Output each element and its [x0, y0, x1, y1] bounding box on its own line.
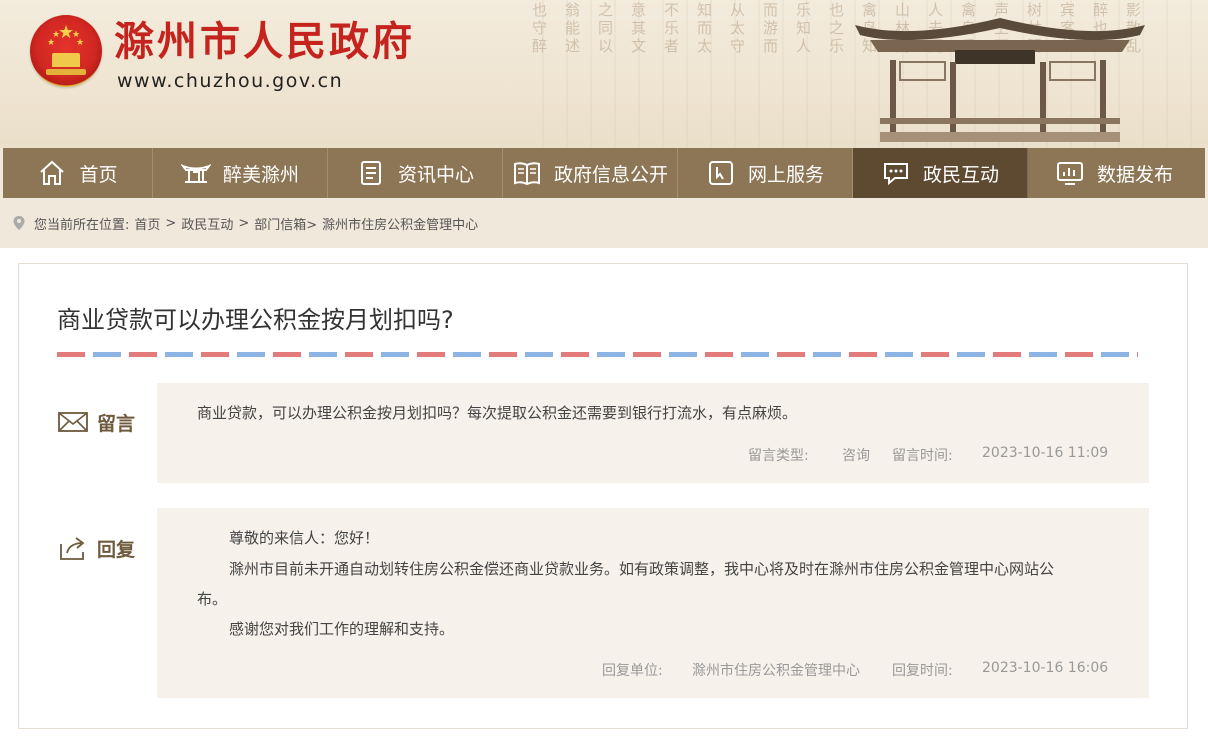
poem-column: 而游而	[761, 2, 779, 56]
book-icon	[512, 158, 542, 188]
poem-column: 知而太	[695, 2, 713, 56]
poem-column: 之同以	[596, 2, 614, 56]
nav-label: 政民互动	[922, 163, 999, 186]
reply-label: 回复	[57, 534, 135, 562]
envelope-icon	[58, 412, 88, 432]
breadcrumb-sep: >	[165, 215, 177, 231]
home-icon	[37, 158, 67, 188]
nav-label: 资讯中心	[397, 163, 474, 186]
question-title: 商业贷款可以办理公积金按月划扣吗?	[57, 306, 454, 334]
news-icon	[356, 158, 386, 188]
nav-item-home[interactable]: 首页	[3, 148, 153, 198]
nav-label: 政府信息公开	[553, 163, 668, 186]
pavilion-icon	[180, 158, 212, 188]
poem-column: 翁能述	[563, 2, 581, 56]
nav-label: 数据发布	[1096, 163, 1173, 186]
message-time-value: 2023-10-16 11:09	[982, 445, 1109, 461]
reply-unit-label: 回复单位:	[602, 663, 663, 679]
poem-column: 也守醉	[530, 2, 548, 56]
reply-time-value: 2023-10-16 16:06	[982, 660, 1109, 676]
main-nav: 首页 醉美滁州 资讯中心 政府信息公开 网上服务 政民互动 数据发布	[3, 148, 1205, 198]
nav-label: 醉美滁州	[222, 163, 299, 186]
site-header: 也守醉翁能述之同以意其文不乐者知而太从太守而游而乐知人也之乐禽鸟知山林而人去而禽…	[0, 0, 1208, 148]
nav-item-data[interactable]: 数据发布	[1028, 148, 1200, 198]
message-time-label: 留言时间:	[892, 448, 953, 464]
reply-body-line1: 滁州市目前未开通自动划转住房公积金偿还商业贷款业务。如有政策调整，我中心将及时在…	[229, 560, 1055, 578]
chart-icon	[1055, 158, 1085, 188]
breadcrumb-current[interactable]: 滁州市住房公积金管理中心	[322, 214, 478, 233]
breadcrumb-prefix: 您当前所在位置:	[34, 217, 130, 233]
message-panel	[157, 383, 1149, 483]
message-type-label: 留言类型:	[748, 448, 809, 464]
nav-item-interaction[interactable]: 政民互动	[853, 148, 1028, 198]
poem-column: 从太守	[728, 2, 746, 56]
breadcrumb-interaction[interactable]: 政民互动	[181, 214, 233, 233]
poem-column: 乐知人	[794, 2, 812, 56]
reply-unit-value: 滁州市住房公积金管理中心	[692, 663, 860, 679]
poem-column: 意其文	[629, 2, 647, 56]
chat-icon	[881, 158, 911, 188]
reply-greeting: 尊敬的来信人：您好！	[229, 529, 380, 547]
message-label: 留言	[57, 408, 135, 436]
breadcrumb: 您当前所在位置: 首页 > 政民互动 > 部门信箱> 滁州市住房公积金管理中心	[0, 198, 1208, 248]
breadcrumb-dept-mailbox[interactable]: 部门信箱>	[254, 214, 317, 233]
site-url: www.chuzhou.gov.cn	[117, 70, 344, 92]
reply-share-icon	[60, 537, 85, 560]
nav-item-scenery[interactable]: 醉美滁州	[153, 148, 328, 198]
poem-column: 不乐者	[662, 2, 680, 56]
nav-label: 网上服务	[747, 163, 824, 186]
site-title[interactable]: 滁州市人民政府	[114, 17, 415, 67]
nav-item-online-service[interactable]: 网上服务	[678, 148, 853, 198]
nav-item-news[interactable]: 资讯中心	[328, 148, 503, 198]
national-emblem-icon[interactable]: ★ ★ ★ ★ ★	[30, 15, 102, 87]
message-type-value: 咨询	[842, 448, 870, 464]
message-label-text: 留言	[97, 412, 136, 435]
reply-body-line2: 布。	[197, 590, 228, 608]
airmail-divider	[57, 352, 1138, 357]
breadcrumb-sep: >	[238, 215, 250, 231]
breadcrumb-home[interactable]: 首页	[134, 214, 160, 233]
reply-label-text: 回复	[97, 538, 136, 561]
message-content: 商业贷款，可以办理公积金按月划扣吗？每次提取公积金还需要到银行打流水，有点麻烦。	[197, 404, 798, 422]
pavilion-illustration	[855, 18, 1145, 142]
location-pin-icon	[13, 216, 25, 230]
service-icon	[706, 158, 736, 188]
nav-label: 首页	[79, 163, 118, 186]
reply-time-label: 回复时间:	[892, 663, 953, 679]
poem-column: 也之乐	[827, 2, 845, 56]
nav-item-gov-info[interactable]: 政府信息公开	[503, 148, 678, 198]
reply-thanks: 感谢您对我们工作的理解和支持。	[229, 620, 455, 638]
